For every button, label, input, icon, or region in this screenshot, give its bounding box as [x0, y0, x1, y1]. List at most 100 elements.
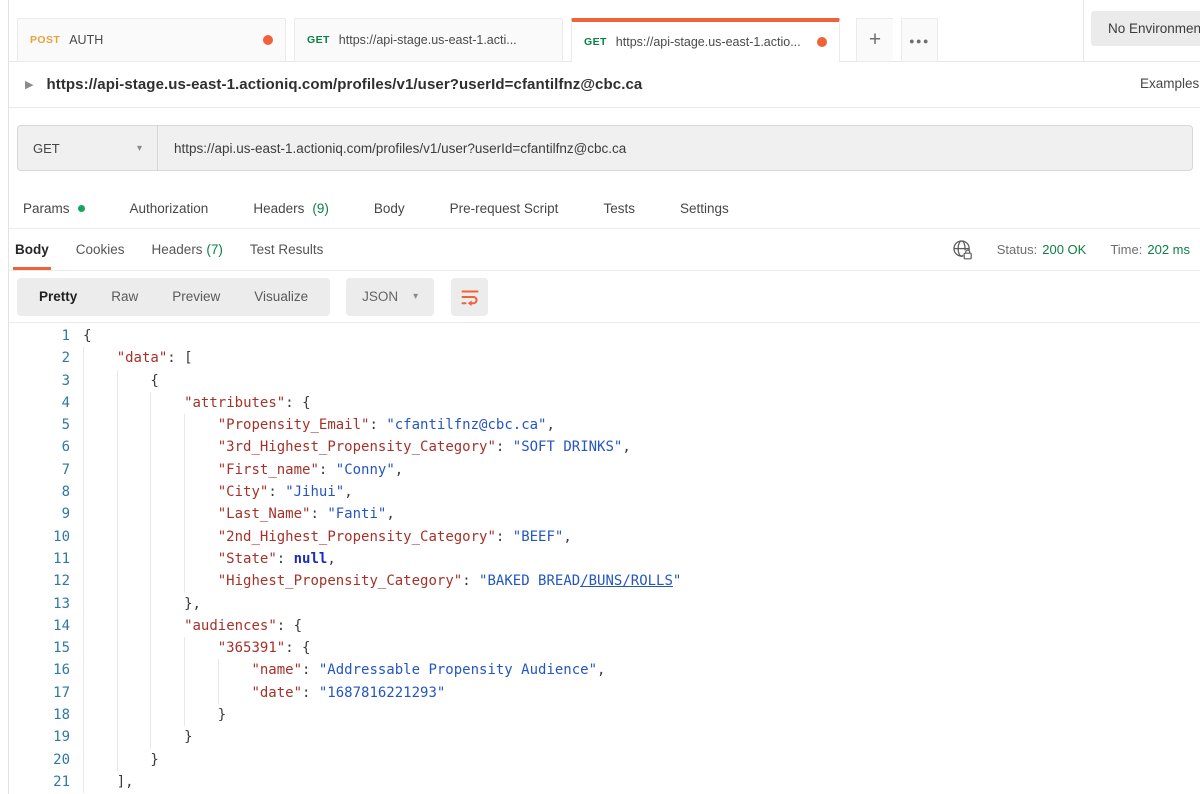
tab-body[interactable]: Body — [374, 201, 405, 216]
line-number[interactable]: 15 — [9, 637, 70, 659]
response-tab-headers[interactable]: Headers (7) — [152, 229, 223, 270]
line-number[interactable]: 1 — [9, 325, 70, 347]
request-tab-auth[interactable]: POST AUTH — [17, 18, 286, 62]
language-select[interactable]: JSON ▾ — [346, 278, 434, 316]
line-number[interactable]: 10 — [9, 526, 70, 548]
indent-guide — [150, 548, 184, 570]
indent-guide — [117, 370, 151, 392]
new-tab-button[interactable]: + — [856, 18, 893, 62]
line-content: { — [83, 370, 159, 392]
method-select[interactable]: GET ▾ — [18, 126, 158, 170]
line-content: "Last_Name": "Fanti", — [83, 503, 395, 525]
line-content: "date": "1687816221293" — [83, 682, 445, 704]
tab-label: Body — [15, 242, 49, 257]
tab-headers[interactable]: Headers (9) — [253, 201, 329, 216]
tab-tests[interactable]: Tests — [603, 201, 635, 216]
examples-button[interactable]: Examples — [1140, 76, 1199, 91]
line-content: } — [83, 726, 193, 748]
view-segmented-control: Pretty Raw Preview Visualize — [17, 278, 330, 316]
indent-guide — [150, 615, 184, 637]
line-number[interactable]: 8 — [9, 481, 70, 503]
status-label: Status: — [997, 242, 1037, 257]
response-body-editor[interactable]: 1{2"data": [3{4"attributes": {5"Propensi… — [9, 322, 1200, 794]
tab-params[interactable]: Params — [23, 201, 85, 216]
request-title-row: ▶ https://api-stage.us-east-1.actioniq.c… — [9, 62, 1200, 108]
request-tabs: Params Authorization Headers (9) Body Pr… — [9, 188, 1200, 229]
indent-guide — [83, 481, 117, 503]
line-number[interactable]: 17 — [9, 682, 70, 704]
code-line: 3{ — [9, 370, 1200, 392]
indent-guide — [184, 570, 218, 592]
indent-guide — [150, 637, 184, 659]
indent-guide — [83, 615, 117, 637]
response-tab-body[interactable]: Body — [15, 229, 49, 270]
url-input[interactable]: https://api.us-east-1.actioniq.com/profi… — [158, 126, 1192, 170]
line-number[interactable]: 5 — [9, 414, 70, 436]
view-pretty[interactable]: Pretty — [22, 289, 94, 304]
line-number[interactable]: 3 — [9, 370, 70, 392]
indent-guide — [117, 615, 151, 637]
indent-guide — [117, 593, 151, 615]
ellipsis-icon: ●●● — [909, 36, 930, 46]
unsaved-dot-icon — [817, 37, 827, 47]
indent-guide — [117, 659, 151, 681]
line-number[interactable]: 12 — [9, 570, 70, 592]
line-number[interactable]: 21 — [9, 771, 70, 793]
status-value: 200 OK — [1042, 242, 1086, 257]
line-content: "data": [ — [83, 347, 193, 369]
line-content: "365391": { — [83, 637, 310, 659]
line-content: "Propensity_Email": "cfantilfnz@cbc.ca", — [83, 414, 555, 436]
line-number[interactable]: 2 — [9, 347, 70, 369]
line-content: "State": null, — [83, 548, 336, 570]
method-badge: GET — [307, 34, 330, 46]
indent-guide — [117, 570, 151, 592]
line-number[interactable]: 18 — [9, 704, 70, 726]
tab-label: https://api-stage.us-east-1.actio... — [616, 35, 808, 49]
indent-guide — [117, 503, 151, 525]
line-number[interactable]: 7 — [9, 459, 70, 481]
response-tab-cookies[interactable]: Cookies — [76, 229, 125, 270]
view-raw[interactable]: Raw — [94, 289, 155, 304]
tab-options-button[interactable]: ●●● — [901, 18, 938, 62]
globe-lock-icon[interactable] — [952, 239, 973, 260]
code-line: 10"2nd_Highest_Propensity_Category": "BE… — [9, 526, 1200, 548]
collapse-caret-icon[interactable]: ▶ — [25, 78, 33, 91]
line-number[interactable]: 14 — [9, 615, 70, 637]
line-number[interactable]: 16 — [9, 659, 70, 681]
tab-label: Pre-request Script — [450, 201, 559, 216]
indent-guide — [150, 726, 184, 748]
wrap-text-icon — [459, 287, 481, 307]
tab-settings[interactable]: Settings — [680, 201, 729, 216]
line-number[interactable]: 13 — [9, 593, 70, 615]
line-number[interactable]: 6 — [9, 436, 70, 458]
line-number[interactable]: 9 — [9, 503, 70, 525]
code-line: 17 "date": "1687816221293" — [9, 682, 1200, 704]
view-preview[interactable]: Preview — [155, 289, 237, 304]
view-visualize[interactable]: Visualize — [237, 289, 325, 304]
indent-guide — [83, 347, 117, 369]
chevron-down-icon: ▾ — [137, 143, 142, 154]
request-tab-stage-2-active[interactable]: GET https://api-stage.us-east-1.actio... — [571, 18, 840, 63]
url-value: https://api.us-east-1.actioniq.com/profi… — [174, 141, 626, 156]
indent-guide — [184, 682, 218, 704]
indent-guide — [117, 481, 151, 503]
line-content: "audiences": { — [83, 615, 302, 637]
tab-label: Test Results — [250, 242, 324, 257]
indent-guide — [83, 436, 117, 458]
tab-label: Tests — [603, 201, 635, 216]
wrap-text-button[interactable] — [451, 278, 488, 316]
workspace-tabbar: POST AUTH GET https://api-stage.us-east-… — [9, 0, 1200, 62]
line-number[interactable]: 19 — [9, 726, 70, 748]
response-tab-test-results[interactable]: Test Results — [250, 229, 324, 270]
indent-guide — [83, 414, 117, 436]
tab-pre-request-script[interactable]: Pre-request Script — [450, 201, 559, 216]
request-tab-stage-1[interactable]: GET https://api-stage.us-east-1.acti... — [294, 18, 563, 62]
line-number[interactable]: 4 — [9, 392, 70, 414]
line-number[interactable]: 20 — [9, 749, 70, 771]
indent-guide — [83, 593, 117, 615]
indent-guide — [83, 637, 117, 659]
indent-guide — [83, 704, 117, 726]
tab-authorization[interactable]: Authorization — [130, 201, 209, 216]
line-number[interactable]: 11 — [9, 548, 70, 570]
environment-selector[interactable]: No Environment — [1091, 11, 1200, 46]
